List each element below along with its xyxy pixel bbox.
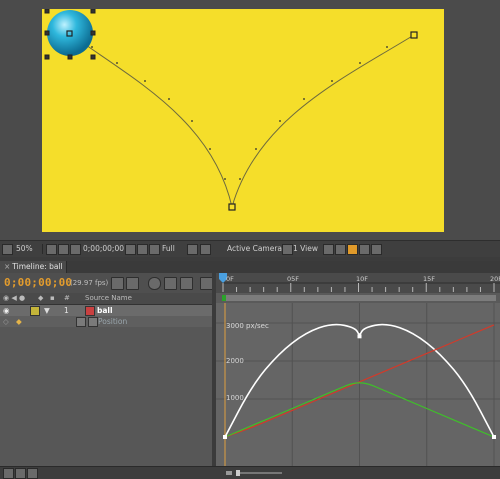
property-checkbox-icon[interactable]: ◇ [3, 316, 9, 327]
zoom-out-icon[interactable] [226, 471, 232, 475]
frame-rate-label: (29.97 fps) [70, 279, 108, 287]
graph-label-2000: 2000 [226, 357, 244, 365]
exposure-icon[interactable] [371, 244, 382, 255]
source-name-column[interactable]: Source Name [85, 293, 132, 304]
visibility-eye-icon[interactable]: ◉ [3, 305, 10, 316]
expand-switches-icon[interactable] [3, 468, 14, 479]
ruler-label-10f: 10F [356, 275, 368, 283]
frame-blending-icon[interactable] [180, 277, 193, 290]
hide-shy-layers-icon[interactable] [164, 277, 177, 290]
layer-source-icon [85, 306, 95, 316]
time-ruler[interactable]: 0F 05F 10F 15F 20F [216, 273, 500, 293]
graph-label-3000: 3000 px/sec [226, 322, 269, 330]
timeline-link-icon[interactable] [347, 244, 358, 255]
snapshot-icon[interactable] [70, 244, 81, 255]
composition-mini-flowchart-icon[interactable] [111, 277, 124, 290]
property-name[interactable]: Position [98, 316, 127, 327]
timeline-tab[interactable]: ×Timeline: ball 2 [0, 261, 67, 273]
toolbar-divider [42, 244, 43, 254]
keyframe-navigator-icon[interactable]: ◆ [16, 316, 22, 327]
graph-keyframe-handle [358, 334, 362, 338]
color-channel-icon[interactable] [137, 244, 148, 255]
transparency-grid-icon[interactable] [200, 244, 211, 255]
stopwatch-icon[interactable] [76, 317, 86, 327]
ball-layer [47, 10, 93, 56]
mask-icon[interactable] [58, 244, 69, 255]
column-header: ◉ ◀ ● ◆ ▪ # Source Name [0, 293, 212, 305]
monitor-icon[interactable] [2, 244, 13, 255]
draft-3d-icon[interactable] [148, 277, 161, 290]
motion-path [69, 33, 414, 207]
motion-path-keyframe-dots [91, 46, 388, 180]
property-row[interactable]: ◇ ◆ Position [0, 316, 212, 327]
ruler-label-0f: 0F [226, 275, 234, 283]
zoom-slider-handle[interactable] [236, 470, 240, 476]
graph-label-1000: 1000 [226, 394, 244, 402]
graph-editor[interactable]: 3000 px/sec 2000 1000 [216, 303, 500, 466]
flowchart-icon[interactable] [359, 244, 370, 255]
current-time-display[interactable]: 0;00;00;00 [4, 276, 72, 289]
camera-view-dropdown[interactable]: Active Camera [227, 243, 282, 254]
expand-in-out-icon[interactable] [27, 468, 38, 479]
graph-keyframe-handle [492, 435, 496, 439]
keyframe-end [411, 32, 417, 38]
ruler-label-05f: 05F [287, 275, 299, 283]
close-tab-icon[interactable]: × [4, 262, 10, 271]
live-update-icon[interactable] [126, 277, 139, 290]
expand-modes-icon[interactable] [15, 468, 26, 479]
motion-path-overlay [42, 9, 444, 232]
grid-icon[interactable] [46, 244, 57, 255]
layer-row[interactable]: ◉ ▼ 1 ball [0, 305, 212, 316]
speed-graph: 3000 px/sec 2000 1000 [216, 303, 500, 466]
zoom-slider[interactable] [236, 472, 282, 474]
layer-number-column[interactable]: # [64, 293, 70, 304]
region-of-interest-icon[interactable] [187, 244, 198, 255]
layer-name[interactable]: ball [97, 305, 113, 316]
keyframe-middle [229, 204, 235, 210]
magnification-dropdown[interactable]: 50% [16, 243, 33, 254]
viewer-timecode[interactable]: 0;00;00;00 [83, 243, 124, 254]
camera-icon[interactable] [125, 244, 136, 255]
work-area-bar[interactable] [222, 295, 496, 301]
work-area-start-handle[interactable] [222, 295, 226, 301]
fast-previews-icon[interactable] [335, 244, 346, 255]
ruler-label-15f: 15F [423, 275, 435, 283]
timeline-footer [0, 466, 500, 479]
composition-canvas[interactable] [42, 9, 444, 232]
label-color-swatch[interactable] [30, 306, 40, 316]
lock-column-icon[interactable]: ▪ [50, 293, 55, 304]
graph-toggle-icon[interactable] [88, 317, 98, 327]
timeline-tab-bar [0, 261, 500, 273]
layer-number: 1 [64, 305, 69, 316]
label-column-icon[interactable]: ◆ [38, 293, 43, 304]
av-features-column-icon[interactable]: ◉ ◀ ● [3, 293, 25, 304]
channel-icon[interactable] [149, 244, 160, 255]
twirl-down-icon[interactable]: ▼ [44, 305, 50, 316]
toggle-pixel-aspect-icon[interactable] [323, 244, 334, 255]
views-layout-icon[interactable] [282, 244, 293, 255]
ruler-label-20f: 20F [490, 275, 500, 283]
graph-keyframe-handle [223, 435, 227, 439]
resolution-dropdown[interactable]: Full [162, 243, 175, 254]
viewer-toolbar: 50% 0;00;00;00 Full Active Camera 1 View [0, 240, 500, 258]
view-layout-dropdown[interactable]: 1 View [293, 243, 318, 254]
